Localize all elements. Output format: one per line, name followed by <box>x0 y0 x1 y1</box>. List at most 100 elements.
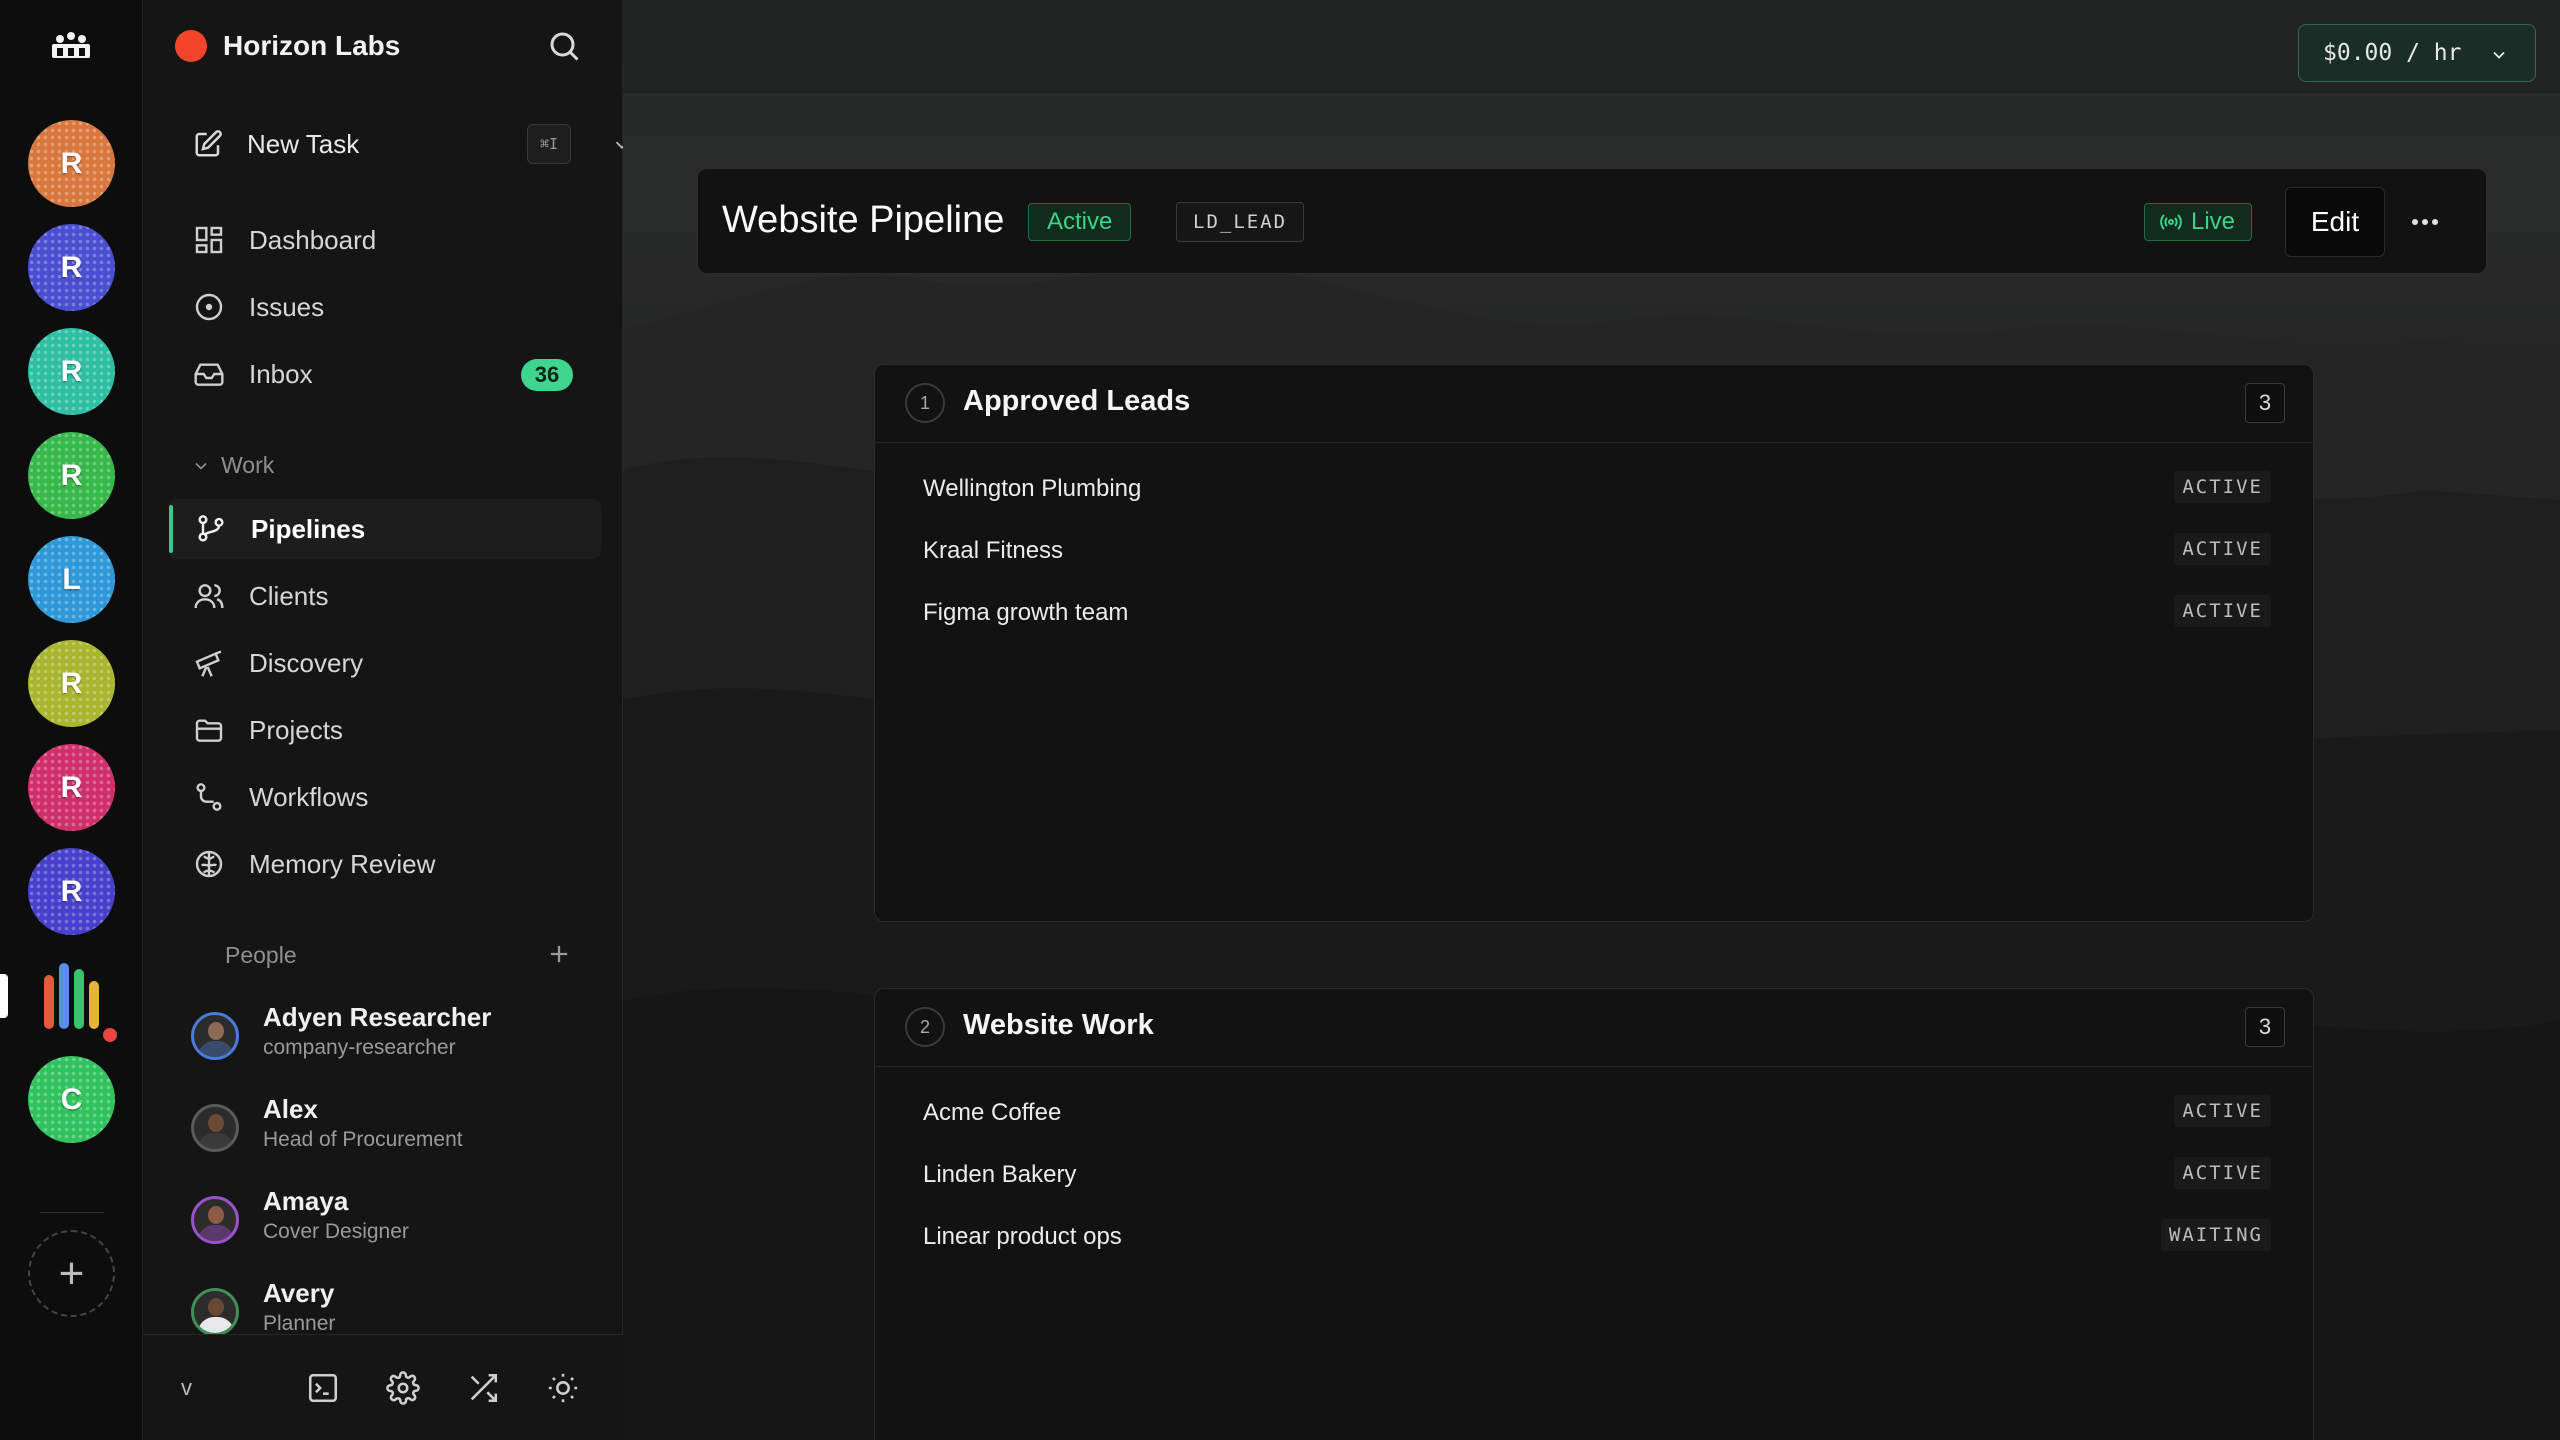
person-name: Alex <box>263 1094 318 1124</box>
avatar <box>191 1012 239 1060</box>
nav-item-discovery[interactable]: Discovery <box>167 633 597 693</box>
section-header-work[interactable]: Work <box>191 452 274 479</box>
client-name: Linear product ops <box>923 1223 1122 1250</box>
workspace-avatar[interactable]: R <box>28 640 115 727</box>
nav-label: Inbox <box>249 358 313 389</box>
inbox-count-badge: 36 <box>521 359 573 391</box>
person-item[interactable]: Adyen Researcher company-researcher <box>191 996 611 1066</box>
workspace-avatar[interactable]: R <box>28 224 115 311</box>
active-workspace-bars-icon[interactable] <box>44 963 100 1029</box>
terminal-icon[interactable] <box>306 1371 340 1405</box>
workflow-icon <box>196 783 222 811</box>
workspace-avatar[interactable]: C <box>28 1056 115 1143</box>
nav-label: Dashboard <box>249 224 377 255</box>
stage-header[interactable]: 1 Approved Leads 3 <box>875 365 2313 443</box>
item-status-tag: WAITING <box>2160 1219 2271 1251</box>
pipeline-title: Website Pipeline <box>722 199 1005 241</box>
add-workspace-label: + <box>58 1248 85 1298</box>
shortcut-badge: ⌘I <box>527 124 571 164</box>
chevron-down-icon <box>2493 51 2505 59</box>
new-task-button[interactable]: New Task ⌘I <box>193 124 629 164</box>
person-role: Head of Procurement <box>263 1128 463 1151</box>
workspace-avatar[interactable]: R <box>28 120 115 207</box>
pipeline-item-row[interactable]: Acme Coffee ACTIVE <box>923 1093 2271 1133</box>
notification-dot <box>100 1025 120 1045</box>
nav-item-dashboard[interactable]: Dashboard <box>167 210 597 270</box>
pipeline-item-row[interactable]: Kraal Fitness ACTIVE <box>923 531 2271 571</box>
workspace-letter: R <box>60 770 83 804</box>
edit-label: Edit <box>2310 206 2360 237</box>
person-item[interactable]: Avery Planner <box>191 1272 611 1342</box>
sidebar: Horizon Labs New Task ⌘I Dashboard Issue… <box>143 0 629 1440</box>
active-workspace-marker <box>0 974 8 1018</box>
nav-label: Clients <box>249 580 329 611</box>
workspace-letter: R <box>60 250 83 284</box>
search-icon[interactable] <box>546 28 582 64</box>
pipeline-item-row[interactable]: Linden Bakery ACTIVE <box>923 1155 2271 1195</box>
add-person-icon[interactable] <box>545 940 573 968</box>
pipeline-code-tag: LD_LEAD <box>1176 202 1305 242</box>
add-workspace-button[interactable]: + <box>28 1230 115 1317</box>
section-label: People <box>225 942 297 968</box>
workspace-letter: C <box>60 1082 83 1116</box>
pipeline-stage: 2 Website Work 3 Acme Coffee ACTIVE Lind… <box>874 988 2314 1440</box>
person-item[interactable]: Alex Head of Procurement <box>191 1088 611 1158</box>
pipeline-item-row[interactable]: Figma growth team ACTIVE <box>923 593 2271 633</box>
top-bar: $0.00 / hr <box>623 0 2560 95</box>
nav-item-pipelines[interactable]: Pipelines <box>169 499 601 559</box>
person-name: Amaya <box>263 1186 349 1216</box>
workspace-letter: L <box>62 562 81 596</box>
org-dot-icon <box>175 30 207 62</box>
org-switcher[interactable]: Horizon Labs <box>175 30 400 62</box>
live-label: Live <box>2191 208 2236 235</box>
nav-item-memory-review[interactable]: Memory Review <box>167 834 597 894</box>
workspace-avatar[interactable]: L <box>28 536 115 623</box>
stage-count-badge: 3 <box>2245 383 2285 423</box>
dashboard-icon <box>195 226 223 254</box>
workspace-avatar[interactable]: R <box>28 328 115 415</box>
pipeline-item-row[interactable]: Wellington Plumbing ACTIVE <box>923 469 2271 509</box>
new-task-label: New Task <box>247 128 360 159</box>
nav-item-workflows[interactable]: Workflows <box>167 767 597 827</box>
pipeline-item-row[interactable]: Linear product ops WAITING <box>923 1217 2271 1257</box>
version-label: v <box>181 1375 192 1400</box>
workspace-avatar[interactable]: R <box>28 432 115 519</box>
gear-icon[interactable] <box>386 1371 420 1405</box>
edit-button[interactable]: Edit <box>2285 187 2385 257</box>
nav-label: Pipelines <box>251 513 366 544</box>
pipeline-header: Website Pipeline Active LD_LEAD Live Edi… <box>697 168 2487 274</box>
main-content: $0.00 / hr Website Pipeline Active LD_LE… <box>623 0 2560 1440</box>
live-badge[interactable]: Live <box>2144 203 2253 241</box>
nav-label: Projects <box>249 714 343 745</box>
rail-divider <box>40 1212 104 1213</box>
avatar <box>191 1104 239 1152</box>
stage-number: 2 <box>905 1007 945 1047</box>
nav-item-issues[interactable]: Issues <box>167 277 597 337</box>
person-name: Avery <box>263 1278 335 1308</box>
nav-label: Discovery <box>249 647 364 678</box>
section-header-people[interactable]: People <box>225 942 297 969</box>
person-item[interactable]: Amaya Cover Designer <box>191 1180 611 1250</box>
nav-item-inbox[interactable]: Inbox 36 <box>167 344 597 404</box>
shuffle-icon[interactable] <box>466 1371 500 1405</box>
workspace-avatar[interactable]: R <box>28 744 115 831</box>
status-badge: Active <box>1028 203 1132 241</box>
more-options-button[interactable] <box>2400 197 2450 247</box>
rate-value: $0.00 / hr <box>2323 40 2462 66</box>
sidebar-footer: v <box>143 1334 623 1440</box>
stage-header[interactable]: 2 Website Work 3 <box>875 989 2313 1067</box>
folder-icon <box>195 719 223 742</box>
avatar <box>191 1288 239 1336</box>
app-logo-icon[interactable] <box>50 30 92 60</box>
workspace-letter: R <box>60 458 83 492</box>
stage-name: Website Work <box>963 1009 1154 1041</box>
stage-number: 1 <box>905 383 945 423</box>
workspace-avatar[interactable]: R <box>28 848 115 935</box>
sun-icon[interactable] <box>546 1371 580 1405</box>
client-name: Figma growth team <box>923 599 1129 626</box>
nav-item-projects[interactable]: Projects <box>167 700 597 760</box>
nav-label: Memory Review <box>249 848 436 879</box>
nav-item-clients[interactable]: Clients <box>167 566 597 626</box>
edit-icon <box>195 130 222 157</box>
rate-selector[interactable]: $0.00 / hr <box>2298 24 2536 82</box>
